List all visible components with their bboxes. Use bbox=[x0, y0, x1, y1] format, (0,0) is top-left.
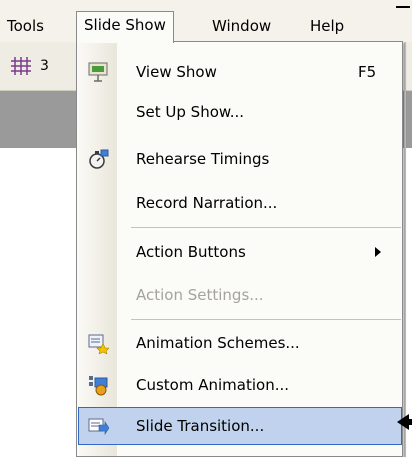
menu-item-set-up-show[interactable]: Set Up Show... bbox=[77, 92, 402, 132]
menu-window[interactable]: Window bbox=[205, 13, 278, 41]
menu-bar: Tools Slide Show Window Help bbox=[0, 0, 412, 43]
stopwatch-icon bbox=[89, 149, 109, 169]
menu-tools[interactable]: Tools bbox=[0, 13, 51, 41]
menu-item-view-show[interactable]: View Show F5 bbox=[77, 52, 402, 92]
grid-icon[interactable] bbox=[10, 56, 32, 76]
slide-show-menu: View Show F5 Set Up Show... Rehearse Tim… bbox=[76, 41, 403, 457]
menu-item-action-buttons[interactable]: Action Buttons bbox=[77, 232, 402, 272]
pointer-arrow-icon bbox=[397, 414, 412, 430]
window-edge bbox=[404, 42, 406, 457]
menu-item-slide-transition[interactable]: Slide Transition... bbox=[77, 406, 402, 446]
toolbar-edge bbox=[396, 6, 410, 8]
menu-separator bbox=[131, 319, 401, 320]
menu-item-rehearse-timings[interactable]: Rehearse Timings bbox=[77, 139, 402, 179]
menu-slide-show[interactable]: Slide Show bbox=[76, 11, 174, 43]
menu-item-animation-schemes[interactable]: Animation Schemes... bbox=[77, 323, 402, 363]
menu-item-record-narration[interactable]: Record Narration... bbox=[77, 183, 402, 223]
submenu-arrow-icon bbox=[375, 247, 381, 257]
menu-separator bbox=[131, 227, 401, 228]
menu-item-action-settings[interactable]: Action Settings... bbox=[77, 275, 402, 315]
custom-animation-icon bbox=[89, 376, 108, 396]
zoom-value[interactable]: 3 bbox=[40, 58, 49, 74]
menu-help[interactable]: Help bbox=[303, 13, 351, 41]
menu-item-custom-animation[interactable]: Custom Animation... bbox=[77, 365, 402, 405]
view-show-icon bbox=[88, 62, 108, 82]
animation-schemes-icon bbox=[88, 334, 109, 354]
slide-transition-icon bbox=[88, 418, 109, 435]
